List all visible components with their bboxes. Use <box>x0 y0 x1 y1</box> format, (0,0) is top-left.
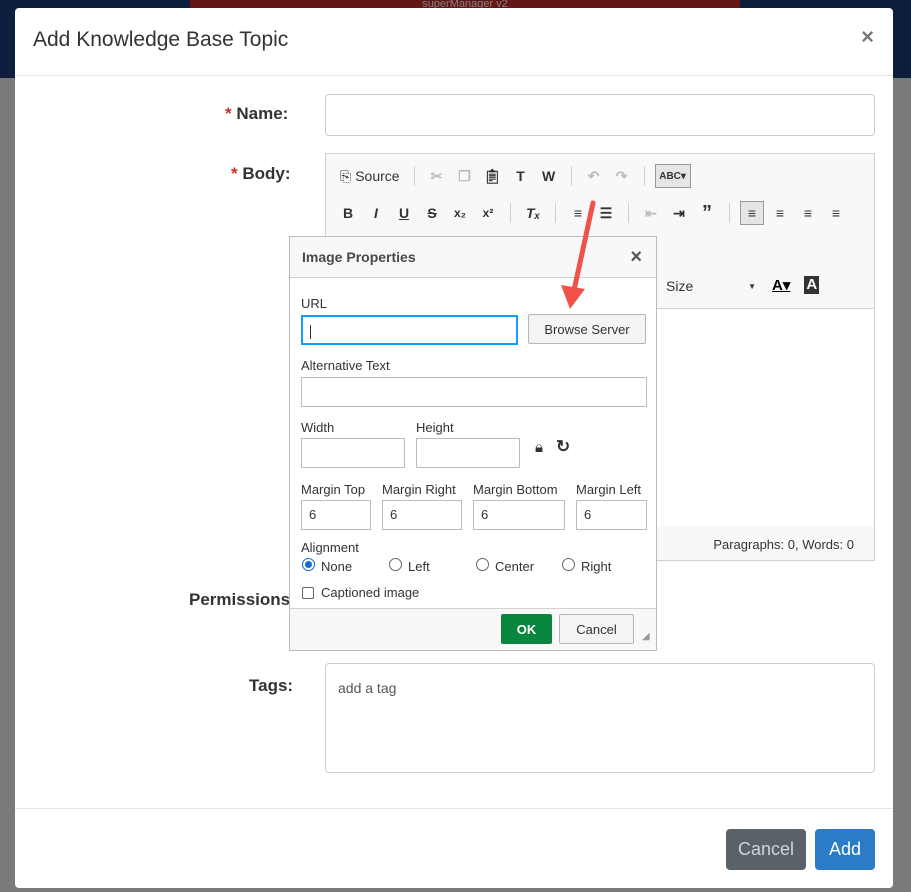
align-none-radio[interactable] <box>302 558 315 571</box>
superscript-icon[interactable]: x² <box>476 201 500 225</box>
blockquote-icon[interactable]: ” <box>695 201 719 225</box>
close-icon[interactable]: × <box>630 246 642 269</box>
name-input[interactable] <box>325 94 875 136</box>
dialog-cancel-button[interactable]: Cancel <box>559 614 634 644</box>
indent-icon[interactable]: ⇥ <box>667 201 691 225</box>
tags-label: Tags: <box>249 676 294 695</box>
cancel-button[interactable]: Cancel <box>726 829 806 870</box>
align-center-icon[interactable]: ≡ <box>768 201 792 225</box>
margin-bottom-input[interactable]: 6 <box>473 500 565 530</box>
annotation-arrow-icon <box>561 200 596 309</box>
margin-right-label: Margin Right <box>382 482 456 497</box>
alignment-label: Alignment <box>301 540 359 555</box>
resize-handle-icon[interactable]: ◢ <box>642 631 650 642</box>
captioned-image-label: Captioned image <box>321 585 420 600</box>
width-input[interactable] <box>301 438 405 468</box>
text-color-icon[interactable]: A▾ <box>772 276 790 294</box>
align-left-icon[interactable]: ≡ <box>740 201 764 225</box>
dialog-title: Image Properties <box>302 249 416 265</box>
toolbar-separator <box>510 203 511 223</box>
toolbar-separator <box>413 166 415 186</box>
modal-title: Add Knowledge Base Topic <box>33 28 289 51</box>
ok-button[interactable]: OK <box>501 614 552 644</box>
align-none-label: None <box>321 559 353 574</box>
add-button[interactable]: Add <box>815 829 875 870</box>
width-label: Width <box>301 420 335 435</box>
tags-input[interactable]: add a tag <box>325 663 875 773</box>
background-color-icon[interactable]: A <box>804 276 820 294</box>
source-icon: ⎘ <box>340 167 352 184</box>
strikethrough-icon[interactable]: S <box>420 201 444 225</box>
margin-left-input[interactable]: 6 <box>576 500 647 530</box>
outdent-icon[interactable]: ⇤ <box>639 201 663 225</box>
redo-icon[interactable]: ↷ <box>610 164 634 188</box>
color-buttons: A▾ A <box>772 276 820 294</box>
editor-toolbar-row-1: ⎘ Source ✂ ❐ 📋︎ T W ↶ ↷ ABC▾ <box>336 162 691 190</box>
align-left-label: Left <box>408 559 430 574</box>
close-icon[interactable]: × <box>861 26 874 48</box>
underline-icon[interactable]: U <box>392 201 416 225</box>
permissions-label: Permissions: <box>189 590 296 609</box>
name-label-text: Name: <box>236 104 289 123</box>
lock-ratio-icon[interactable]: 🔒︎ <box>535 439 543 456</box>
margin-left-label: Margin Left <box>576 482 642 497</box>
alt-text-label: Alternative Text <box>301 358 390 373</box>
align-right-icon[interactable]: ≡ <box>796 201 820 225</box>
name-label: * Name: <box>225 104 288 124</box>
font-size-label: Size <box>666 278 694 294</box>
cut-icon[interactable]: ✂ <box>425 164 449 188</box>
required-mark: * <box>225 104 232 123</box>
toolbar-separator <box>570 166 572 186</box>
captioned-image-checkbox[interactable] <box>302 587 314 599</box>
chevron-down-icon: ▼ <box>748 282 756 291</box>
source-label: Source <box>355 168 400 184</box>
paste-word-icon[interactable]: W <box>537 164 561 188</box>
remove-format-icon[interactable]: Tₓ <box>521 201 545 225</box>
font-size-select[interactable]: Size ▼ <box>666 278 756 294</box>
height-input[interactable] <box>416 438 520 468</box>
text-cursor <box>310 324 311 339</box>
subscript-icon[interactable]: x₂ <box>448 201 472 225</box>
copy-icon[interactable]: ❐ <box>453 164 477 188</box>
height-label: Height <box>416 420 454 435</box>
required-mark: * <box>231 164 238 183</box>
margin-bottom-label: Margin Bottom <box>473 482 558 497</box>
toolbar-separator <box>628 203 629 223</box>
italic-icon[interactable]: I <box>364 201 388 225</box>
margin-right-input[interactable]: 6 <box>382 500 462 530</box>
spellcheck-icon[interactable]: ABC▾ <box>654 164 691 188</box>
justify-icon[interactable]: ≡ <box>824 201 848 225</box>
source-button[interactable]: ⎘ Source <box>336 164 404 188</box>
align-center-label: Center <box>495 559 535 574</box>
url-label: URL <box>301 296 328 311</box>
tags-placeholder: add a tag <box>338 680 397 696</box>
body-label-text: Body: <box>242 164 291 183</box>
toolbar-separator <box>729 203 730 223</box>
align-right-label: Right <box>581 559 612 574</box>
alt-text-input[interactable] <box>301 377 647 407</box>
margin-top-label: Margin Top <box>301 482 366 497</box>
modal-footer: Cancel Add <box>15 808 893 888</box>
paste-text-icon[interactable]: T <box>509 164 533 188</box>
undo-icon[interactable]: ↶ <box>582 164 606 188</box>
toolbar-separator <box>643 166 645 186</box>
align-right-radio[interactable] <box>562 558 575 571</box>
body-label: * Body: <box>231 164 291 184</box>
paste-icon[interactable]: 📋︎ <box>481 164 505 188</box>
browse-server-button[interactable]: Browse Server <box>528 314 646 344</box>
align-left-radio[interactable] <box>389 558 402 571</box>
reset-size-icon[interactable]: ↻ <box>556 437 570 457</box>
margin-top-input[interactable]: 6 <box>301 500 371 530</box>
bold-icon[interactable]: B <box>336 201 360 225</box>
dialog-footer: OK Cancel ◢ <box>290 608 656 650</box>
modal-header: Add Knowledge Base Topic × <box>15 8 893 76</box>
editor-status: Paragraphs: 0, Words: 0 <box>713 537 854 552</box>
align-center-radio[interactable] <box>476 558 489 571</box>
url-input[interactable] <box>301 315 518 345</box>
